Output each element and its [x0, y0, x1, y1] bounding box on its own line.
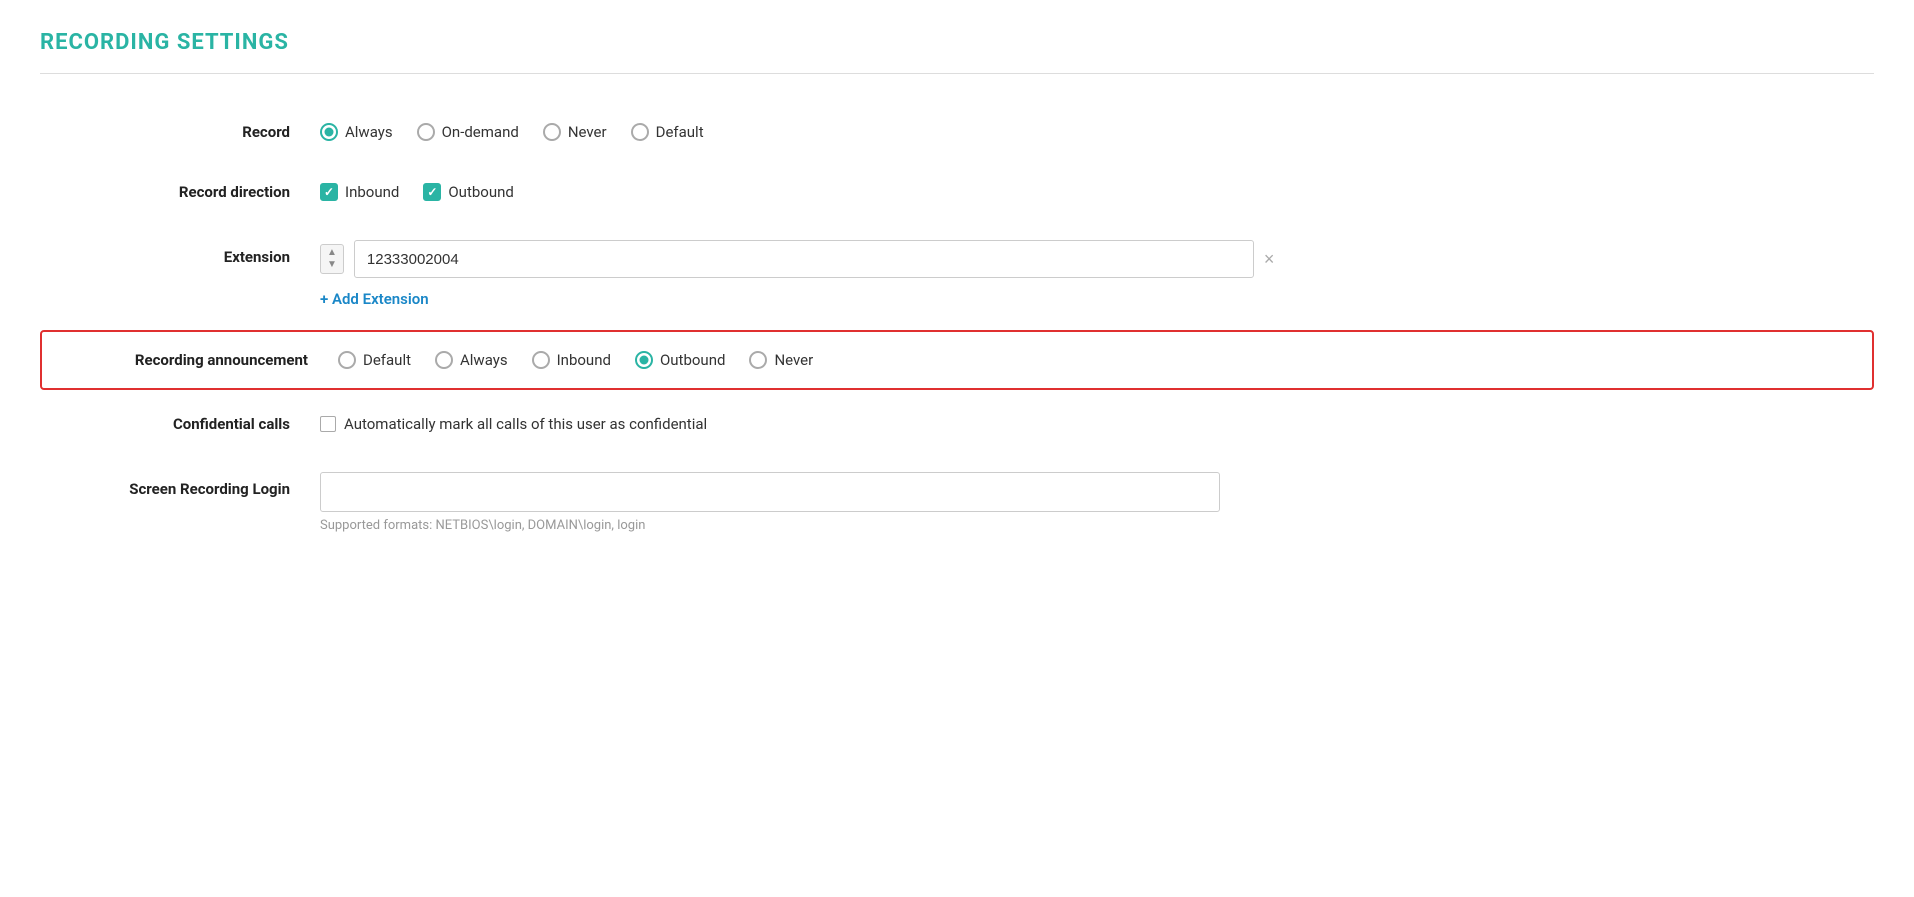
confidential-checkbox[interactable]: [320, 416, 336, 432]
screen-recording-helper: Supported formats: NETBIOS\login, DOMAIN…: [320, 518, 1220, 533]
screen-recording-row: Screen Recording Login Supported formats…: [40, 454, 1874, 551]
confidential-calls-label: Confidential calls: [40, 415, 320, 433]
announcement-always-label: Always: [460, 351, 508, 369]
extension-row: Extension ▲ ▼ × + Add Extension: [40, 222, 1874, 326]
screen-recording-label: Screen Recording Login: [40, 472, 320, 498]
record-ondemand-radio[interactable]: [417, 123, 435, 141]
record-always-label: Always: [345, 123, 393, 141]
record-default-label: Default: [656, 123, 704, 141]
extension-input[interactable]: [354, 240, 1254, 278]
record-always-option[interactable]: Always: [320, 123, 393, 141]
recording-announcement-label: Recording announcement: [58, 351, 338, 369]
add-extension-link[interactable]: + Add Extension: [320, 290, 1274, 308]
announcement-never-option[interactable]: Never: [749, 351, 813, 369]
section-divider: [40, 73, 1874, 74]
recording-announcement-controls: Default Always Inbound Outbound Never: [338, 351, 813, 369]
record-inbound-label: Inbound: [345, 183, 399, 201]
record-never-label: Never: [568, 123, 607, 141]
announcement-never-radio[interactable]: [749, 351, 767, 369]
announcement-outbound-label: Outbound: [660, 351, 726, 369]
record-default-option[interactable]: Default: [631, 123, 704, 141]
announcement-inbound-option[interactable]: Inbound: [532, 351, 611, 369]
record-inbound-option[interactable]: Inbound: [320, 183, 399, 201]
record-always-radio[interactable]: [320, 123, 338, 141]
extension-input-wrapper: ▲ ▼ ×: [320, 240, 1274, 278]
record-label: Record: [40, 123, 320, 141]
announcement-default-radio[interactable]: [338, 351, 356, 369]
announcement-always-radio[interactable]: [435, 351, 453, 369]
record-controls: Always On-demand Never Default: [320, 123, 704, 141]
confidential-checkbox-label: Automatically mark all calls of this use…: [344, 415, 707, 433]
record-row: Record Always On-demand Never Default: [40, 102, 1874, 162]
announcement-default-label: Default: [363, 351, 411, 369]
record-default-radio[interactable]: [631, 123, 649, 141]
screen-recording-input[interactable]: [320, 472, 1220, 512]
record-never-option[interactable]: Never: [543, 123, 607, 141]
screen-recording-col: Supported formats: NETBIOS\login, DOMAIN…: [320, 472, 1220, 533]
stepper-up-icon: ▲: [327, 247, 337, 259]
extension-clear-button[interactable]: ×: [1264, 250, 1275, 268]
announcement-outbound-radio[interactable]: [635, 351, 653, 369]
extension-stepper[interactable]: ▲ ▼: [320, 244, 344, 274]
record-direction-row: Record direction Inbound Outbound: [40, 162, 1874, 222]
announcement-never-label: Never: [774, 351, 813, 369]
record-direction-label: Record direction: [40, 183, 320, 201]
record-never-radio[interactable]: [543, 123, 561, 141]
announcement-inbound-radio[interactable]: [532, 351, 550, 369]
record-outbound-label: Outbound: [448, 183, 514, 201]
confidential-calls-row: Confidential calls Automatically mark al…: [40, 394, 1874, 454]
announcement-always-option[interactable]: Always: [435, 351, 508, 369]
confidential-checkbox-option[interactable]: Automatically mark all calls of this use…: [320, 415, 707, 433]
extension-controls: ▲ ▼ × + Add Extension: [320, 240, 1274, 308]
record-inbound-checkbox[interactable]: [320, 183, 338, 201]
record-ondemand-label: On-demand: [442, 123, 519, 141]
announcement-default-option[interactable]: Default: [338, 351, 411, 369]
record-outbound-option[interactable]: Outbound: [423, 183, 514, 201]
announcement-inbound-label: Inbound: [557, 351, 611, 369]
page-title: RECORDING SETTINGS: [40, 30, 1874, 55]
page-container: RECORDING SETTINGS Record Always On-dema…: [0, 0, 1914, 581]
record-outbound-checkbox[interactable]: [423, 183, 441, 201]
record-direction-controls: Inbound Outbound: [320, 183, 514, 201]
announcement-outbound-option[interactable]: Outbound: [635, 351, 726, 369]
extension-label: Extension: [40, 240, 320, 266]
record-ondemand-option[interactable]: On-demand: [417, 123, 519, 141]
stepper-down-icon: ▼: [327, 259, 337, 271]
confidential-calls-controls: Automatically mark all calls of this use…: [320, 415, 707, 433]
settings-form: Record Always On-demand Never Default: [40, 102, 1874, 551]
recording-announcement-row: Recording announcement Default Always In…: [40, 330, 1874, 390]
